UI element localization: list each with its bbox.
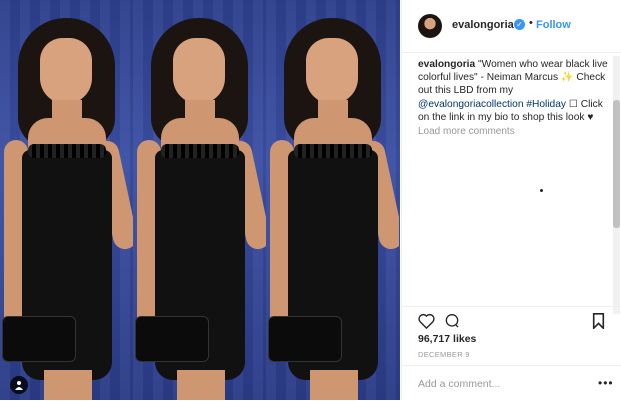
like-count[interactable]: 96,717 likes bbox=[418, 333, 476, 345]
follow-button[interactable]: Follow bbox=[536, 19, 571, 31]
verified-badge-icon: ✓ bbox=[514, 19, 525, 30]
caption: evalongoria "Women who wear black live c… bbox=[418, 58, 608, 124]
hashtag-link[interactable]: #Holiday bbox=[524, 99, 566, 110]
comment-input[interactable] bbox=[416, 374, 590, 394]
post-header: evalongoria ✓ • Follow bbox=[402, 0, 621, 53]
image-panel bbox=[0, 0, 133, 400]
mention-link[interactable]: @evalongoriacollection bbox=[418, 99, 524, 110]
add-comment-bar: ••• bbox=[402, 365, 621, 401]
image-panel bbox=[266, 0, 399, 400]
loading-indicator bbox=[540, 189, 543, 192]
heart-icon[interactable] bbox=[418, 313, 435, 334]
username-link[interactable]: evalongoria bbox=[452, 19, 514, 31]
caption-username[interactable]: evalongoria bbox=[418, 59, 475, 70]
comment-icon[interactable] bbox=[444, 313, 460, 334]
scrollbar-thumb[interactable] bbox=[613, 100, 620, 228]
bookmark-icon[interactable] bbox=[592, 313, 605, 334]
avatar[interactable] bbox=[418, 14, 442, 38]
action-bar bbox=[402, 306, 621, 333]
post-date[interactable]: DECEMBER 9 bbox=[418, 350, 470, 359]
image-panel bbox=[133, 0, 266, 400]
separator-dot: • bbox=[529, 17, 533, 29]
post-image[interactable] bbox=[0, 0, 400, 400]
post-sidebar: evalongoria ✓ • Follow evalongoria "Wome… bbox=[401, 0, 621, 400]
person-tag-icon[interactable] bbox=[10, 376, 28, 394]
comments-scrollbar[interactable] bbox=[613, 56, 620, 314]
load-more-comments[interactable]: Load more comments bbox=[418, 126, 515, 137]
more-options-icon[interactable]: ••• bbox=[598, 376, 614, 390]
